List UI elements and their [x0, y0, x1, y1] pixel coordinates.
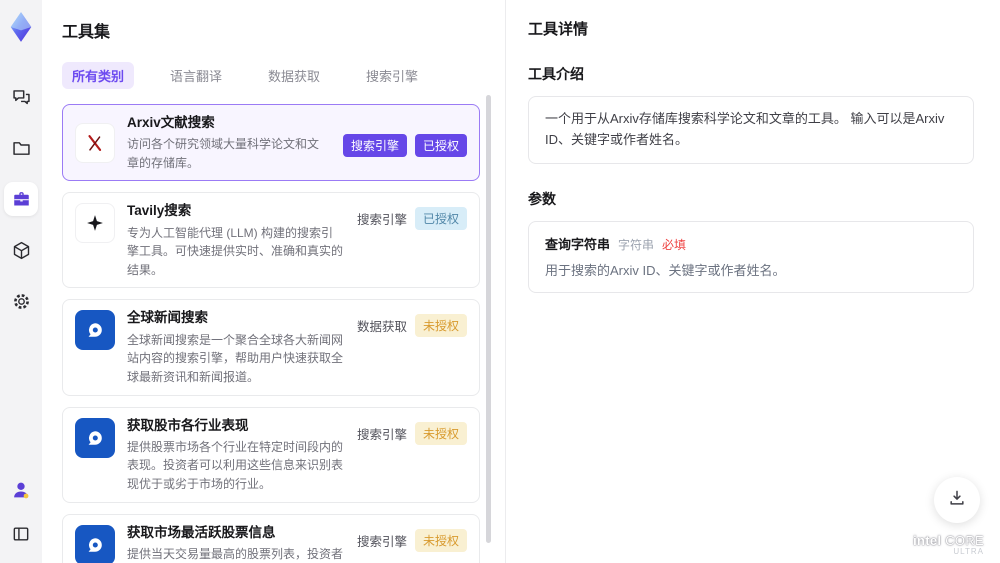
- tool-description: 全球新闻搜索是一个聚合全球各大新闻网站内容的搜索引擎，帮助用户快速获取全球最新资…: [127, 332, 344, 384]
- tab-data-acquisition[interactable]: 数据获取: [258, 62, 330, 89]
- gear-icon: [11, 291, 32, 312]
- detail-title: 工具详情: [528, 21, 589, 38]
- sidebar-item-chat[interactable]: [4, 80, 38, 114]
- tool-card-stock-sectors[interactable]: 获取股市各行业表现 提供股票市场各个行业在特定时间段内的表现。投资者可以利用这些…: [62, 406, 480, 503]
- param-name: 查询字符串: [545, 236, 611, 252]
- app-logo-gem-icon: [6, 10, 36, 44]
- cube-icon: [11, 240, 32, 261]
- download-icon: [947, 488, 967, 513]
- tool-list-scrollbar[interactable]: [486, 95, 491, 543]
- sidebar-rail: [0, 0, 42, 563]
- stock-provider-icon: [75, 417, 115, 458]
- tool-card-tavily[interactable]: Tavily搜索 专为人工智能代理 (LLM) 构建的搜索引擎工具。可快速提供实…: [62, 192, 480, 289]
- profile-avatar[interactable]: [4, 473, 38, 507]
- tool-description: 提供当天交易量最高的股票列表，投资者可以利用这些信息来识别流动性强的股票和潜在的…: [127, 546, 344, 561]
- tavily-star-icon: [75, 203, 115, 244]
- status-badge: 未授权: [414, 314, 467, 338]
- tool-description: 访问各个研究领域大量科学论文和文章的存储库。: [127, 137, 320, 170]
- sidebar-bottom: [4, 473, 38, 563]
- category-tabs: 所有类别 语言翻译 数据获取 搜索引擎: [62, 62, 505, 89]
- news-provider-icon: [75, 310, 115, 351]
- sidebar-item-tools[interactable]: [4, 182, 38, 216]
- intro-heading: 工具介绍: [528, 66, 584, 82]
- stock-provider-icon: [75, 524, 115, 563]
- sidebar-item-files[interactable]: [4, 131, 38, 165]
- param-description: 用于搜索的Arxiv ID、关键字或作者姓名。: [545, 262, 786, 278]
- toolset-panel: 工具集 所有类别 语言翻译 数据获取 搜索引擎 Arxiv文献搜索 访问各个研究…: [42, 0, 505, 563]
- tool-card-global-news[interactable]: 全球新闻搜索 全球新闻搜索是一个聚合全球各大新闻网站内容的搜索引擎，帮助用户快速…: [62, 299, 480, 396]
- tool-card-arxiv[interactable]: Arxiv文献搜索 访问各个研究领域大量科学论文和文章的存储库。 搜索引擎 已授…: [62, 104, 480, 182]
- tab-all-categories[interactable]: 所有类别: [62, 62, 135, 89]
- sidebar-nav: [4, 80, 38, 318]
- status-badge: 未授权: [414, 528, 467, 552]
- category-label: 搜索引擎: [356, 213, 407, 228]
- category-badge: 搜索引擎: [342, 134, 407, 158]
- arxiv-logo-icon: [75, 122, 115, 163]
- folder-icon: [11, 138, 32, 159]
- param-type: 字符串: [618, 237, 655, 252]
- status-badge: 已授权: [414, 207, 467, 231]
- tool-name: Arxiv文献搜索: [127, 115, 215, 130]
- status-badge: 已授权: [414, 134, 467, 158]
- tool-name: 获取股市各行业表现: [127, 417, 249, 433]
- param-item: 查询字符串 字符串 必填 用于搜索的Arxiv ID、关键字或作者姓名。: [528, 220, 974, 294]
- param-required-flag: 必填: [662, 237, 687, 252]
- brand-ultra: ULTRA: [953, 547, 984, 557]
- briefcase-icon: [11, 189, 32, 210]
- tool-card-active-stocks[interactable]: 获取市场最活跃股票信息 提供当天交易量最高的股票列表，投资者可以利用这些信息来识…: [62, 513, 480, 563]
- brand-intel: intel: [913, 532, 942, 548]
- avatar-icon: [10, 479, 32, 501]
- tool-description: 提供股票市场各个行业在特定时间段内的表现。投资者可以利用这些信息来识别表现优于或…: [127, 439, 344, 491]
- chat-icon: [11, 87, 32, 108]
- page-title: 工具集: [62, 24, 111, 41]
- category-label: 搜索引擎: [356, 534, 407, 549]
- tool-name: Tavily搜索: [127, 203, 192, 219]
- sidebar-item-settings[interactable]: [4, 284, 38, 318]
- app-window: 工具集 所有类别 语言翻译 数据获取 搜索引擎 Arxiv文献搜索 访问各个研究…: [0, 0, 1000, 563]
- tool-detail-panel: 工具详情 工具介绍 一个用于从Arxiv存储库搜索科学论文和文章的工具。 输入可…: [505, 0, 1000, 563]
- tool-intro-text: 一个用于从Arxiv存储库搜索科学论文和文章的工具。 输入可以是Arxiv ID…: [528, 96, 974, 164]
- intel-core-logo: intel CORE ULTRA: [913, 532, 984, 557]
- tab-language-translation[interactable]: 语言翻译: [160, 62, 232, 89]
- tool-name: 获取市场最活跃股票信息: [127, 524, 276, 540]
- panel-toggle-icon: [11, 524, 31, 544]
- tool-description: 专为人工智能代理 (LLM) 构建的搜索引擎工具。可快速提供实时、准确和真实的结…: [127, 225, 344, 277]
- tab-search-engine[interactable]: 搜索引擎: [356, 62, 428, 89]
- category-label: 数据获取: [356, 320, 407, 335]
- tool-list: Arxiv文献搜索 访问各个研究领域大量科学论文和文章的存储库。 搜索引擎 已授…: [62, 104, 480, 563]
- category-label: 搜索引擎: [356, 427, 407, 442]
- status-badge: 未授权: [414, 421, 467, 445]
- collapse-sidebar-button[interactable]: [4, 517, 38, 551]
- sidebar-item-models[interactable]: [4, 233, 38, 267]
- brand-core: CORE: [941, 532, 984, 548]
- params-heading: 参数: [528, 190, 556, 207]
- download-button[interactable]: [934, 477, 980, 523]
- tool-name: 全球新闻搜索: [127, 310, 208, 326]
